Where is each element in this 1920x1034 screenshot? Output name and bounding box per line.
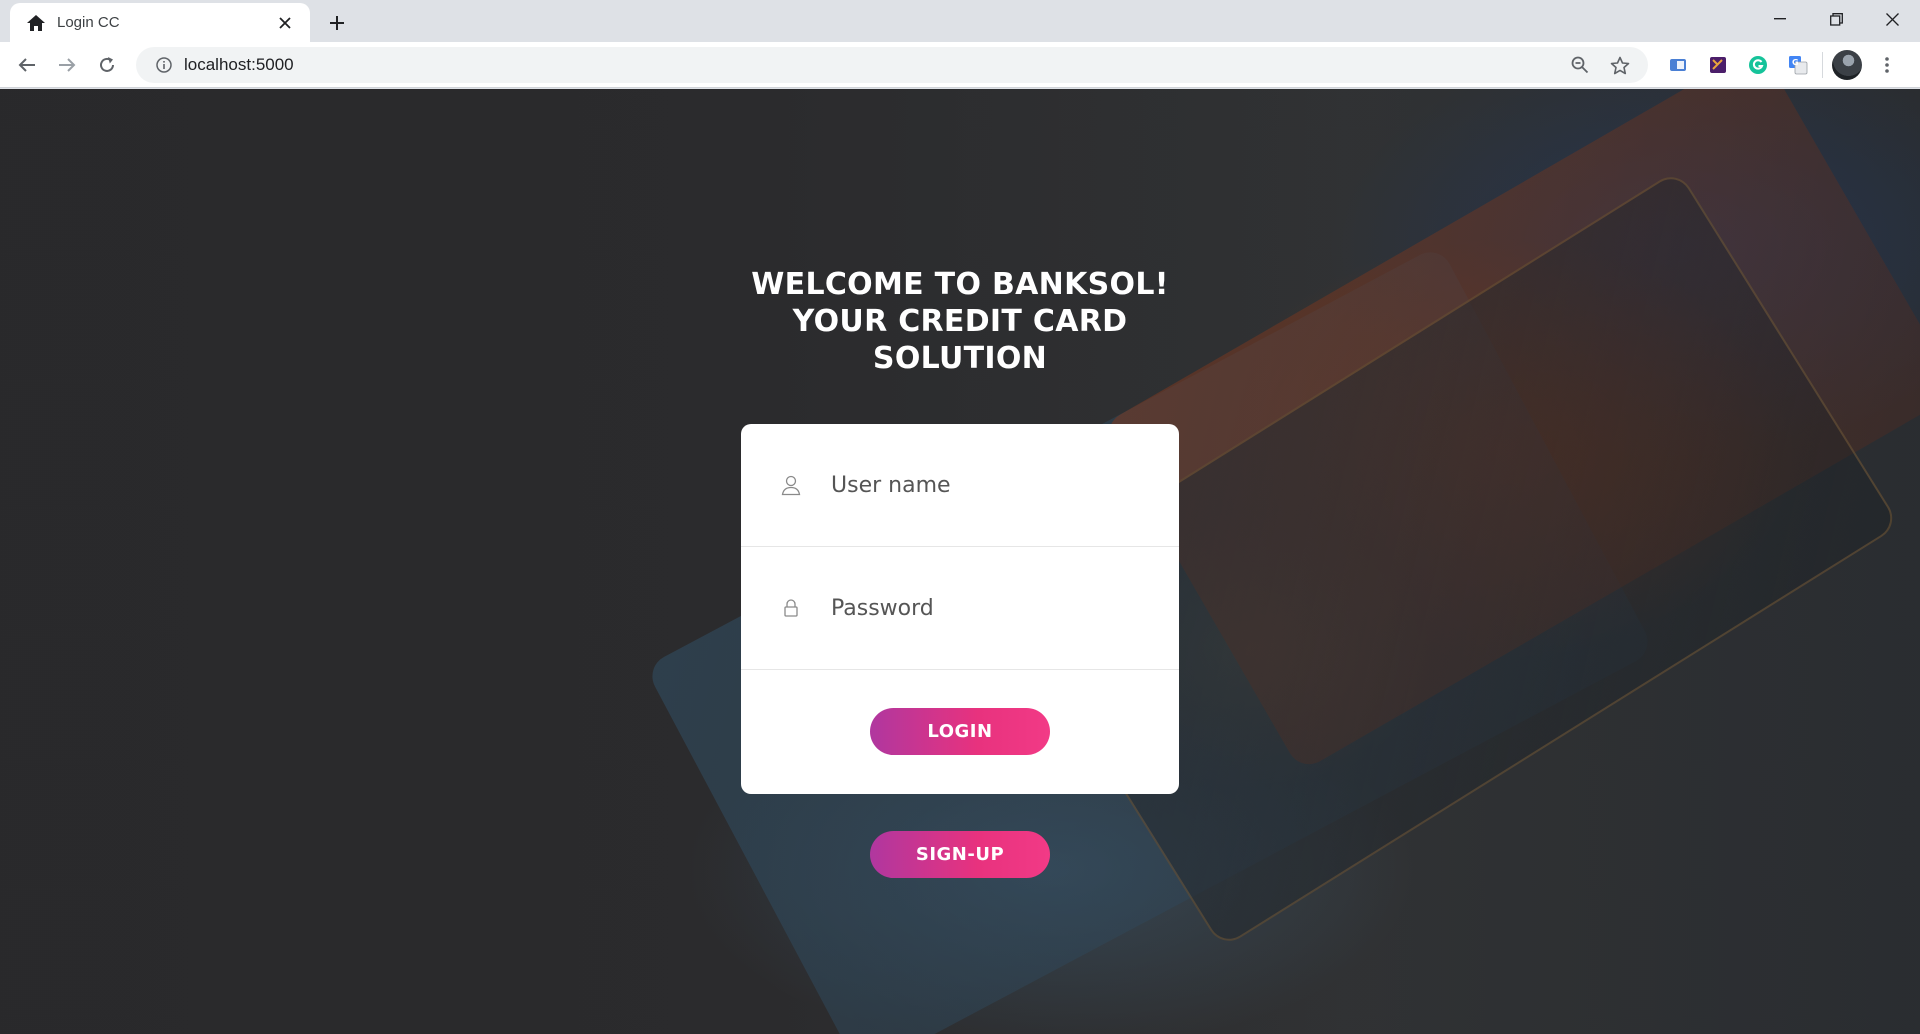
- extensions-area: G: [1658, 42, 1907, 88]
- google-translate-icon[interactable]: G: [1778, 45, 1818, 85]
- browser-toolbar: localhost:5000 G: [0, 42, 1920, 88]
- headline-line-2: YOUR CREDIT CARD: [792, 304, 1128, 339]
- profile-avatar[interactable]: [1827, 45, 1867, 85]
- info-icon[interactable]: [146, 57, 182, 73]
- window-controls: [1752, 0, 1920, 38]
- address-bar[interactable]: localhost:5000: [136, 47, 1648, 83]
- headline-line-3: SOLUTION: [872, 341, 1048, 376]
- extension-purple-icon[interactable]: [1698, 45, 1738, 85]
- login-form: LOGIN: [741, 424, 1179, 794]
- svg-text:G: G: [1792, 58, 1799, 67]
- username-input[interactable]: [831, 472, 1131, 498]
- lock-icon: [779, 596, 803, 620]
- zoom-out-icon[interactable]: [1560, 47, 1600, 83]
- star-icon[interactable]: [1600, 47, 1640, 83]
- user-icon: [779, 473, 803, 497]
- kebab-menu-icon[interactable]: [1867, 45, 1907, 85]
- close-icon[interactable]: [274, 12, 296, 34]
- login-button-row: LOGIN: [741, 670, 1179, 793]
- plus-icon[interactable]: [322, 8, 352, 38]
- reload-icon[interactable]: [87, 45, 127, 85]
- password-input[interactable]: [831, 595, 1131, 621]
- minimize-icon[interactable]: [1752, 0, 1808, 38]
- tab-strip: Login CC: [0, 0, 1920, 42]
- browser-tab[interactable]: Login CC: [10, 3, 310, 42]
- headline-line-1: WELCOME TO BANKSOL!: [751, 267, 1169, 302]
- toolbar-separator: [1822, 52, 1823, 78]
- welcome-headline: WELCOME TO BANKSOL! YOUR CREDIT CARD SOL…: [640, 266, 1280, 377]
- close-window-icon[interactable]: [1864, 0, 1920, 38]
- page-viewport: WELCOME TO BANKSOL! YOUR CREDIT CARD SOL…: [0, 89, 1920, 1034]
- username-field[interactable]: [741, 424, 1179, 547]
- login-button[interactable]: LOGIN: [870, 708, 1050, 755]
- tab-title: Login CC: [57, 14, 120, 31]
- extension-blue-icon[interactable]: [1658, 45, 1698, 85]
- password-field[interactable]: [741, 547, 1179, 670]
- arrow-left-icon[interactable]: [7, 45, 47, 85]
- url-text: localhost:5000: [184, 55, 294, 74]
- home-icon: [26, 13, 46, 33]
- arrow-right-icon[interactable]: [47, 45, 87, 85]
- restore-icon[interactable]: [1808, 0, 1864, 38]
- grammarly-icon[interactable]: [1738, 45, 1778, 85]
- omnibox-actions: [1560, 47, 1640, 83]
- signup-button[interactable]: SIGN-UP: [870, 831, 1050, 878]
